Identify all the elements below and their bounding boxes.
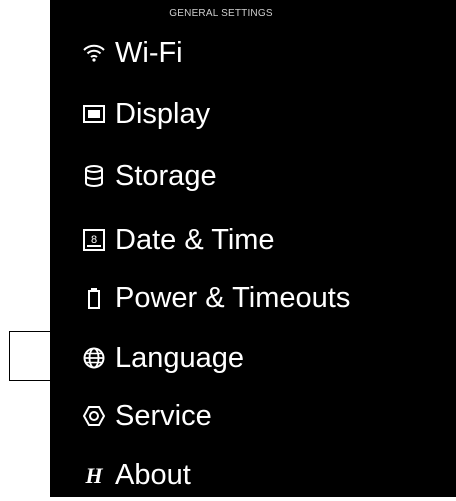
display-icon (82, 102, 106, 126)
wifi-icon (82, 41, 106, 65)
calendar-icon-digit: 8 (91, 234, 97, 246)
menu-item-storage[interactable]: Storage (50, 150, 456, 202)
menu-item-label: Storage (115, 159, 217, 192)
menu-item-power-timeouts[interactable]: Power & Timeouts (50, 272, 456, 324)
menu-item-label: Service (115, 399, 212, 432)
menu-item-label: About (115, 458, 191, 491)
menu-item-language[interactable]: Language (50, 332, 456, 384)
page-title: GENERAL SETTINGS (169, 8, 273, 19)
menu-item-about[interactable]: H About (50, 449, 456, 501)
brand-logo-icon: H (82, 463, 106, 487)
menu-item-service[interactable]: Service (50, 390, 456, 442)
service-icon (82, 404, 106, 428)
globe-icon (82, 346, 106, 370)
menu-item-label: Language (115, 341, 245, 374)
brand-logo-letter: H (84, 464, 103, 486)
storage-icon (82, 164, 106, 188)
menu-item-wifi[interactable]: Wi-Fi (50, 27, 456, 79)
battery-icon (82, 286, 106, 310)
menu-item-label: Wi-Fi (115, 36, 183, 69)
menu-item-display[interactable]: Display (50, 88, 456, 140)
menu-item-date-time[interactable]: 8 Date & Time (50, 214, 456, 266)
menu-item-label: Display (115, 97, 211, 130)
menu-item-label: Power & Timeouts (115, 281, 351, 314)
menu-item-label: Date & Time (115, 223, 275, 256)
calendar-icon: 8 (82, 228, 106, 252)
settings-screen: GENERAL SETTINGS Wi-Fi Display Storage 8… (50, 0, 456, 497)
